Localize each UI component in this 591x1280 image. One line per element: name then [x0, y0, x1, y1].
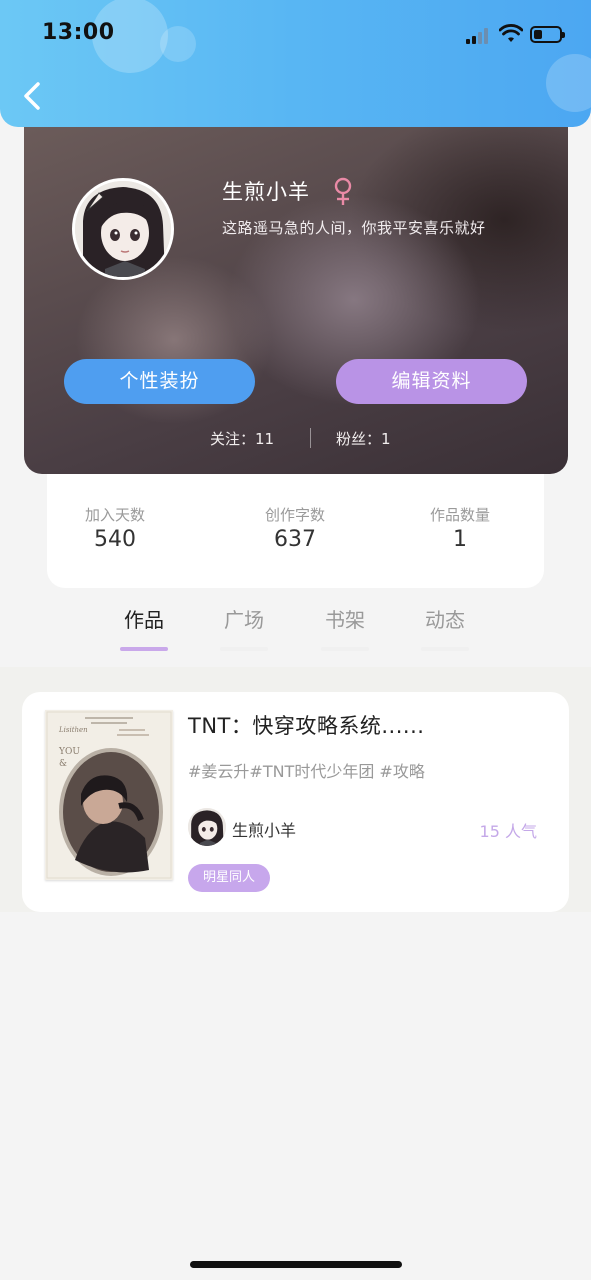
author-avatar-illustration	[188, 808, 226, 846]
stat-word-count: 创作字数 637	[235, 504, 355, 552]
decorative-bubble	[160, 26, 196, 62]
following-count[interactable]: 关注：11	[210, 428, 274, 449]
wifi-icon	[499, 24, 523, 42]
stat-value: 1	[453, 527, 467, 552]
profile-card: 生煎小羊 这路遥马急的人间，你我平安喜乐就好 个性装扮 编辑资料 关注：11 粉…	[24, 110, 568, 474]
works-list: Lisithen YOU & TNT：快穿攻略系统...... #姜云升#TNT…	[0, 667, 591, 912]
tab-label: 作品	[124, 608, 164, 632]
book-cover-art: Lisithen YOU &	[45, 710, 173, 880]
status-time: 13:00	[42, 20, 115, 45]
book-cover-image[interactable]: Lisithen YOU &	[45, 710, 173, 880]
top-header: 13:00	[0, 0, 591, 127]
stat-work-count: 作品数量 1	[400, 504, 520, 552]
username: 生煎小羊	[222, 180, 310, 204]
cellular-signal-icon	[466, 28, 492, 44]
work-title[interactable]: TNT：快穿攻略系统......	[188, 710, 424, 740]
svg-text:Lisithen: Lisithen	[58, 726, 88, 734]
female-gender-icon	[334, 177, 352, 205]
author-avatar[interactable]	[188, 808, 226, 846]
tab-indicator	[220, 647, 268, 651]
stat-value: 637	[274, 527, 316, 552]
battery-icon	[530, 26, 565, 43]
tab-label: 动态	[425, 608, 465, 632]
tab-bookshelf[interactable]: 书架	[315, 604, 375, 651]
avatar-illustration	[75, 181, 171, 277]
tab-works[interactable]: 作品	[114, 604, 174, 651]
stat-join-days: 加入天数 540	[55, 504, 175, 552]
tab-plaza[interactable]: 广场	[214, 604, 274, 651]
stats-card: 加入天数 540 创作字数 637 作品数量 1	[47, 456, 544, 588]
tab-label: 书架	[325, 608, 365, 632]
content-tabs: 作品 广场 书架 动态	[0, 604, 591, 652]
stat-label: 创作字数	[264, 506, 325, 524]
user-bio: 这路遥马急的人间，你我平安喜乐就好	[222, 219, 486, 237]
svg-text:YOU: YOU	[58, 747, 80, 757]
back-icon[interactable]	[16, 76, 50, 116]
edit-profile-button[interactable]: 编辑资料	[336, 359, 527, 404]
personalize-button[interactable]: 个性装扮	[64, 359, 255, 404]
tab-indicator	[421, 647, 469, 651]
stat-label: 加入天数	[84, 506, 145, 524]
divider	[310, 428, 311, 448]
avatar[interactable]	[72, 178, 174, 280]
tab-indicator	[321, 647, 369, 651]
author-name[interactable]: 生煎小羊	[232, 817, 296, 841]
decorative-bubble	[546, 54, 591, 112]
fans-value: 1	[381, 430, 391, 448]
tab-label: 广场	[224, 608, 264, 632]
work-tags: #姜云升#TNT时代少年团 #攻略	[188, 762, 425, 781]
stat-label: 作品数量	[429, 506, 490, 524]
following-value: 11	[255, 430, 275, 448]
stat-value: 540	[94, 527, 136, 552]
work-card[interactable]: Lisithen YOU & TNT：快穿攻略系统...... #姜云升#TNT…	[22, 692, 569, 912]
fans-label: 粉丝：	[336, 430, 382, 448]
follow-stats-row: 关注：11 粉丝：1	[24, 426, 568, 450]
tab-indicator	[120, 647, 168, 651]
home-indicator[interactable]	[190, 1261, 402, 1268]
following-label: 关注：	[210, 430, 256, 448]
popularity-count: 15 人气	[479, 822, 537, 841]
fans-count[interactable]: 粉丝：1	[336, 428, 391, 449]
svg-text:&: &	[59, 759, 67, 769]
tab-activity[interactable]: 动态	[415, 604, 475, 651]
category-badge[interactable]: 明星同人	[188, 864, 271, 892]
